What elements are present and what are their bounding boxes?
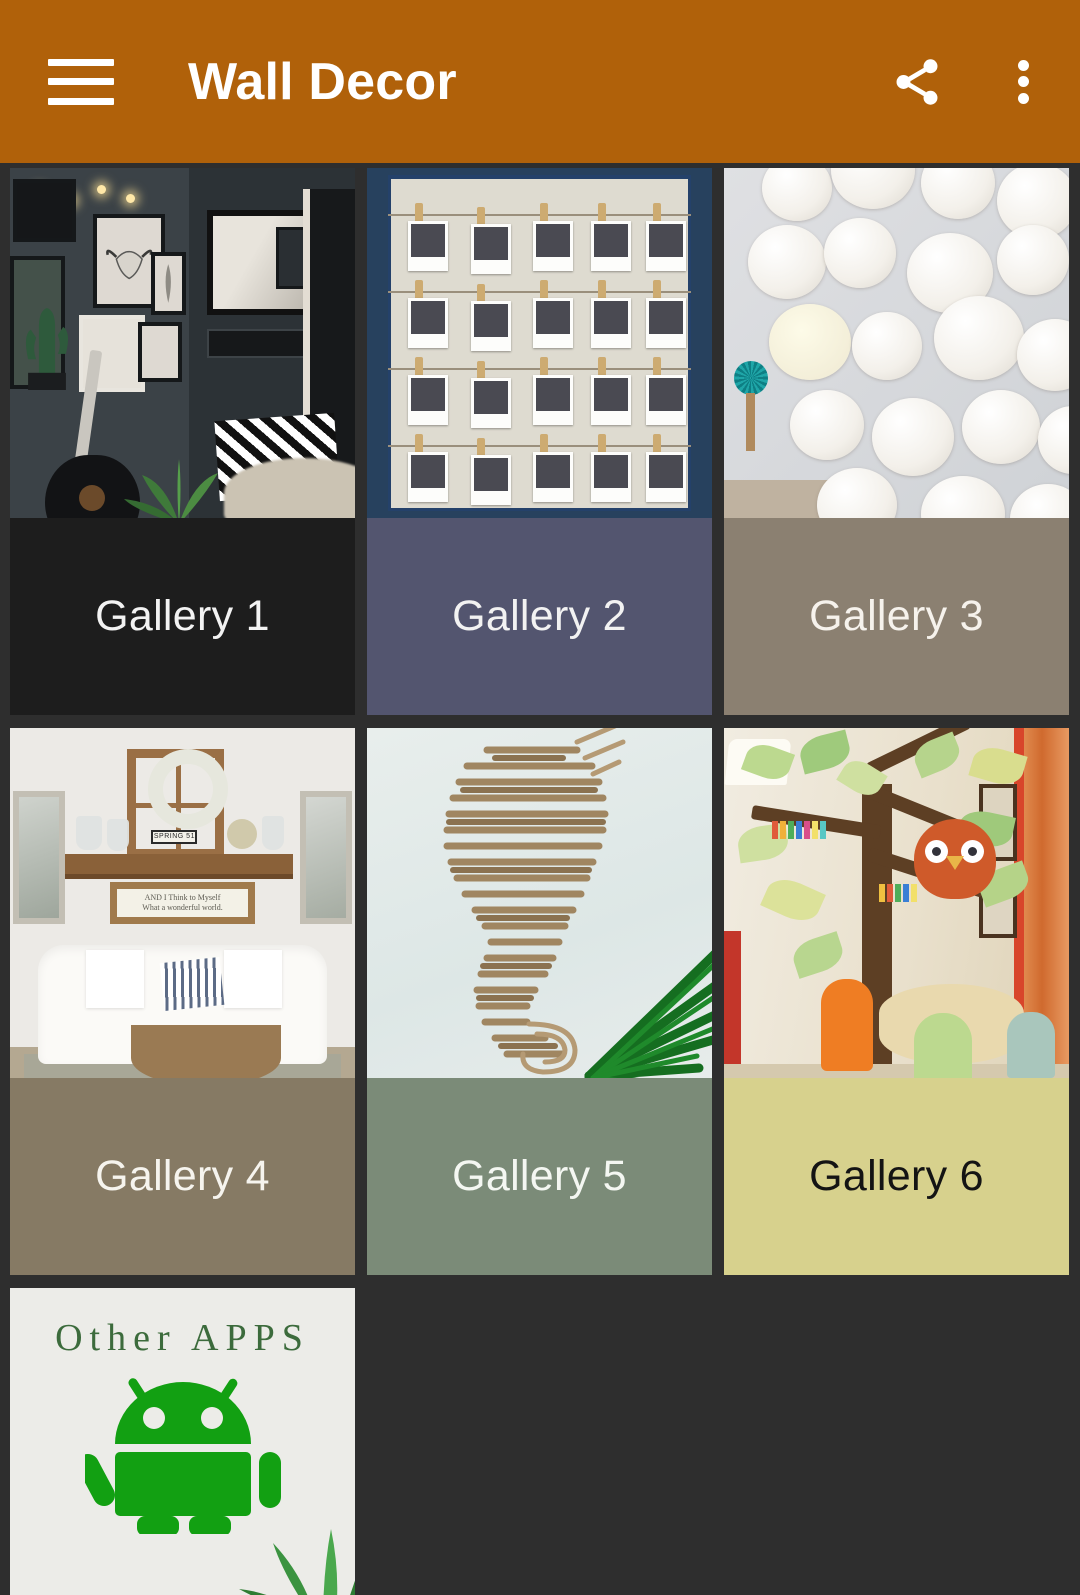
gallery-caption: Gallery 3 — [724, 518, 1069, 715]
gallery-tile[interactable]: Gallery 5 — [367, 728, 712, 1275]
thumbnail-artwork — [10, 168, 355, 518]
hamburger-line — [48, 58, 114, 66]
page-title: Wall Decor — [188, 52, 457, 111]
thumbnail-artwork — [724, 728, 1069, 1078]
gallery-thumbnail: SPRING 51 AND I Think to Myself What a wo… — [10, 728, 355, 1078]
succulent-decoration — [165, 1473, 355, 1595]
thumbnail-artwork — [724, 168, 1069, 518]
kebab-dot — [1017, 92, 1029, 104]
gallery-tile[interactable]: SPRING 51 AND I Think to Myself What a wo… — [10, 728, 355, 1275]
thumbnail-artwork — [367, 168, 712, 518]
quote-sign: AND I Think to Myself What a wonderful wo… — [110, 882, 255, 924]
hamburger-line — [48, 78, 114, 85]
other-apps-tile[interactable]: Other APPS — [10, 1288, 355, 1595]
gallery-tile[interactable]: Gallery 3 — [724, 168, 1069, 715]
gallery-caption: Gallery 6 — [724, 1078, 1069, 1275]
thumbnail-artwork: SPRING 51 AND I Think to Myself What a wo… — [10, 728, 355, 1078]
other-apps-label: Other APPS — [55, 1317, 310, 1359]
owl-decal-icon — [913, 819, 996, 899]
gallery-thumbnail — [724, 728, 1069, 1078]
gallery-caption: Gallery 1 — [10, 518, 355, 715]
app-bar-actions — [886, 51, 1054, 113]
more-vertical-icon — [1017, 59, 1029, 104]
gallery-thumbnail — [724, 168, 1069, 518]
gallery-caption: Gallery 4 — [10, 1078, 355, 1275]
kebab-dot — [1017, 59, 1029, 71]
driftwood-seahorse — [443, 728, 712, 1078]
gallery-tile[interactable]: Gallery 6 — [724, 728, 1069, 1275]
kebab-dot — [1017, 76, 1029, 87]
gallery-thumbnail — [367, 728, 712, 1078]
gallery-thumbnail — [10, 168, 355, 518]
gallery-caption: Gallery 5 — [367, 1078, 712, 1275]
spring-sign-label: SPRING 51 — [151, 829, 198, 844]
gallery-tile[interactable]: Gallery 1 — [10, 168, 355, 715]
share-button[interactable] — [886, 51, 948, 113]
gallery-thumbnail — [367, 168, 712, 518]
overflow-menu-button[interactable] — [992, 51, 1054, 113]
hamburger-line — [48, 97, 114, 105]
hamburger-menu-icon[interactable] — [48, 58, 114, 105]
gallery-caption: Gallery 2 — [367, 518, 712, 715]
thumbnail-artwork — [367, 728, 712, 1078]
gallery-tile[interactable]: Gallery 2 — [367, 168, 712, 715]
share-icon — [896, 58, 938, 105]
gallery-grid: Gallery 1 Gallery 2 Gallery 3 SPRING 51 … — [0, 163, 1080, 1595]
app-bar: Wall Decor — [0, 0, 1080, 163]
